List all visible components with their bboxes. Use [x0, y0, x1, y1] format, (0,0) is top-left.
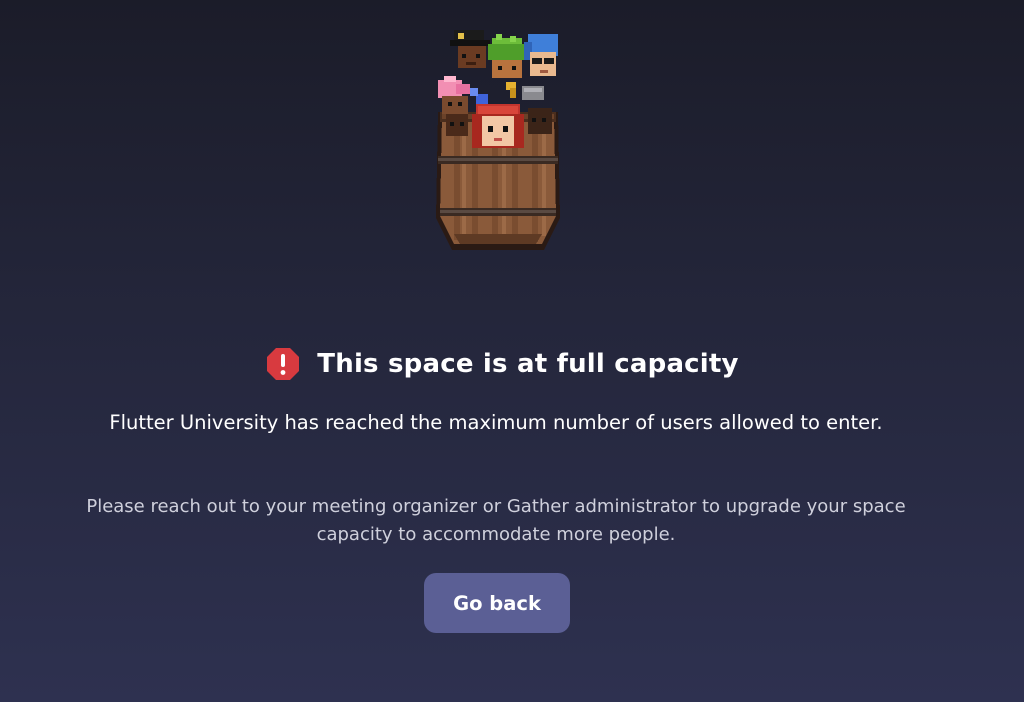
heading-row: This space is at full capacity — [0, 340, 1024, 388]
barrel-of-avatars-illustration — [436, 30, 560, 250]
page-title: This space is at full capacity — [317, 349, 739, 379]
go-back-button[interactable]: Go back — [424, 573, 570, 633]
alert-octagon-icon — [267, 348, 300, 380]
capacity-message: Flutter University has reached the maxim… — [109, 411, 883, 434]
upgrade-instructions: Please reach out to your meeting organiz… — [86, 496, 906, 545]
